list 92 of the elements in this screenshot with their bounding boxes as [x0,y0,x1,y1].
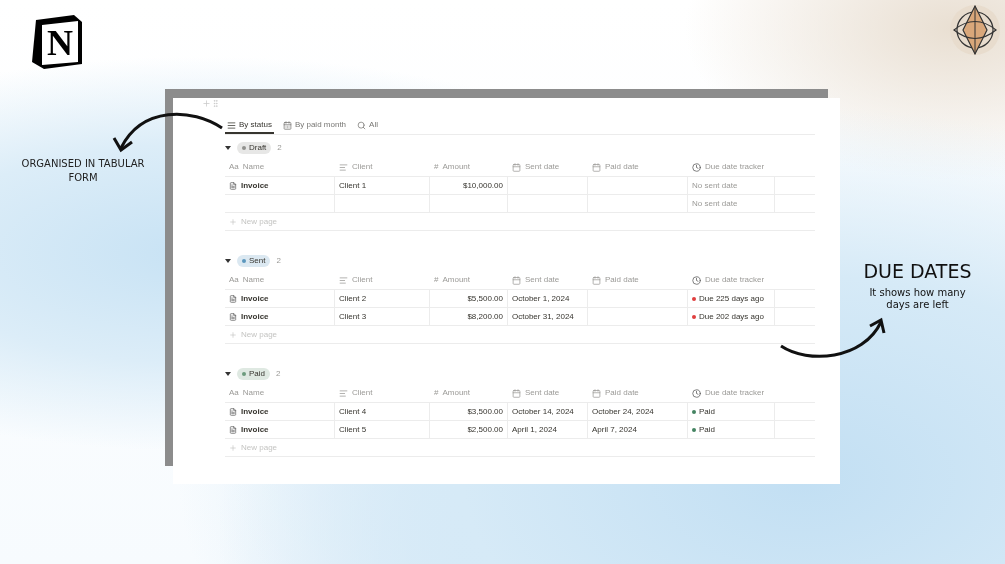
annotation-title: DUE DATES [863,259,972,284]
table-cell: No sent date [692,197,738,210]
table-cell: $2,500.00 [467,423,503,436]
search-icon [357,120,367,130]
table-cell: Paid [699,423,715,436]
clock-icon [692,388,701,398]
list-icon [227,120,236,130]
column-header[interactable]: Amount [442,387,471,399]
text-lines-icon [339,388,348,398]
table-cell: $8,200.00 [467,310,503,323]
table-cell: Client 4 [339,405,367,418]
annotation-label: ORGANISED IN TABULAR FORM [20,157,146,185]
table-cell: No sent date [692,179,738,192]
group-count: 2 [276,254,281,267]
column-header[interactable]: Due date tracker [705,387,765,399]
column-header[interactable]: Amount [442,161,471,173]
column-header[interactable]: Client [352,387,373,399]
clock-icon [692,275,701,285]
view-tab[interactable]: By status [225,118,274,134]
column-header[interactable]: Amount [442,274,471,286]
group-count: 2 [276,367,281,380]
column-header[interactable]: Sent date [525,274,560,286]
table-cell: Client 3 [339,310,367,323]
calendar-icon [512,162,521,172]
table-cell: $10,000.00 [462,179,503,192]
document-icon [229,407,237,416]
column-header[interactable]: Client [352,161,373,173]
add-icon [229,443,237,452]
calendar-icon [512,275,521,285]
table-cell: October 14, 2024 [512,405,574,418]
text-lines-icon [339,275,348,285]
table-cell: Client 2 [339,292,367,305]
calendar-icon [592,162,601,172]
table-cell: $5,500.00 [467,292,503,305]
table-cell: Due 225 days ago [699,292,764,305]
column-header[interactable]: Due date tracker [705,274,765,286]
column-header[interactable]: Name [242,161,265,173]
column-header[interactable]: Name [242,387,265,399]
column-header[interactable]: Due date tracker [705,161,765,173]
status-label: Draft [249,141,267,154]
calendar-icon [592,275,601,285]
invoice-name-link[interactable]: Invoice [241,292,269,305]
group-count: 2 [277,141,282,154]
calendar-icon [512,388,521,398]
property-type-icon: # [434,161,439,173]
property-type-icon: Aa [229,161,239,173]
status-label: Sent [249,254,266,267]
column-header[interactable]: Name [242,274,265,286]
collapse-toggle-icon[interactable] [225,370,231,377]
property-type-icon: Aa [229,387,239,399]
property-type-icon: Aa [229,274,239,286]
clock-icon [692,162,701,172]
collapse-toggle-icon[interactable] [225,144,231,151]
view-tab[interactable]: All [355,118,380,134]
table-cell: October 24, 2024 [592,405,654,418]
view-tab[interactable]: By paid month [280,118,349,134]
calendar-icon [592,388,601,398]
invoice-name-link[interactable]: Invoice [241,179,269,192]
table-cell: Client 5 [339,423,367,436]
invoice-name-link[interactable]: Invoice [241,423,269,436]
table-cell: October 31, 2024 [512,310,574,323]
table-cell: April 1, 2024 [512,423,557,436]
drag-handle-icon[interactable] [211,99,220,108]
column-header[interactable]: Client [352,274,373,286]
annotation-text: It shows how many days are left [868,287,967,311]
document-icon [229,181,237,190]
add-icon [229,330,237,339]
document-icon [229,312,237,321]
invoice-name-link[interactable]: Invoice [241,405,269,418]
table-cell: $3,500.00 [467,405,503,418]
logo-letter: N [47,25,73,61]
invoice-name-link[interactable]: Invoice [241,310,269,323]
calendar-icon [282,120,292,130]
column-header[interactable]: Sent date [525,387,560,399]
compass-logo-icon [948,3,1002,57]
table-cell: Paid [699,405,715,418]
table-cell: Client 1 [339,179,367,192]
document-icon [229,425,237,434]
status-label: Paid [249,367,265,380]
property-type-icon: # [434,387,439,399]
add-icon [229,217,237,226]
column-header[interactable]: Sent date [525,161,560,173]
column-header[interactable]: Paid date [605,161,639,173]
property-type-icon: # [434,274,439,286]
column-header[interactable]: Paid date [605,387,639,399]
collapse-toggle-icon[interactable] [225,257,231,264]
column-header[interactable]: Paid date [605,274,639,286]
table-cell: April 7, 2024 [592,423,637,436]
table-cell: Due 202 days ago [699,310,764,323]
table-cell: October 1, 2024 [512,292,570,305]
document-icon [229,294,237,303]
text-lines-icon [339,162,348,172]
